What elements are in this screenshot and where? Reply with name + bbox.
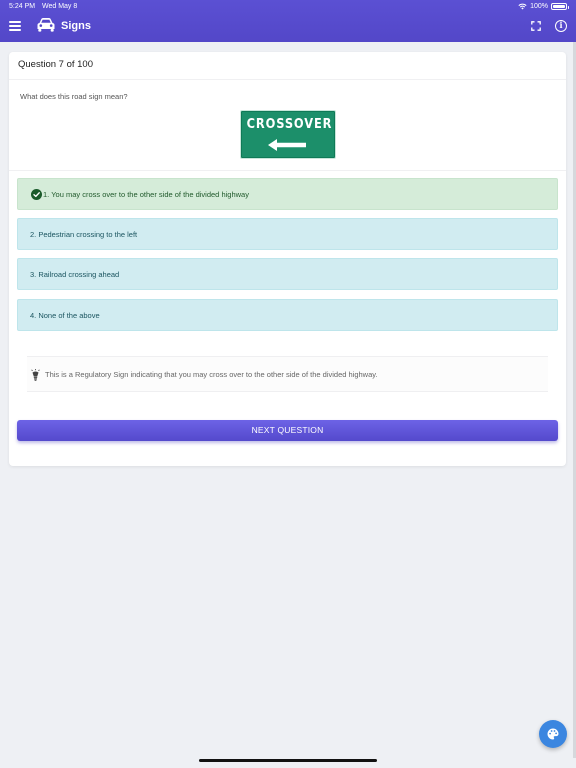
left-arrow-icon <box>268 139 306 151</box>
answer-option-label: 3. Railroad crossing ahead <box>30 270 120 279</box>
explanation-box: This is a Regulatory Sign indicating tha… <box>27 356 548 392</box>
lightbulb-icon <box>31 369 40 381</box>
next-question-button[interactable]: NEXT QUESTION <box>17 420 558 441</box>
answer-option-3[interactable]: 3. Railroad crossing ahead <box>17 258 558 290</box>
divider <box>9 170 566 171</box>
status-right: 100% <box>518 0 569 13</box>
answer-option-label: 2. Pedestrian crossing to the left <box>30 230 138 239</box>
check-circle-icon <box>31 188 42 200</box>
explanation-text: This is a Regulatory Sign indicating tha… <box>45 370 378 379</box>
status-bar: 5:24 PM Wed May 8 100% <box>0 0 576 13</box>
fullscreen-icon[interactable] <box>531 21 541 31</box>
info-icon[interactable]: i <box>555 20 567 32</box>
page-title: Signs <box>61 20 91 32</box>
question-counter: Question 7 of 100 <box>9 52 566 80</box>
question-prompt: What does this road sign mean? <box>20 92 128 101</box>
answer-option-4[interactable]: 4. None of the above <box>17 299 558 331</box>
app-bar: 5:24 PM Wed May 8 100% Signs i <box>0 0 576 42</box>
status-time: 5:24 PM <box>9 3 36 10</box>
battery-icon <box>551 3 569 10</box>
answer-option-label: 1. You may cross over to the other side … <box>43 190 249 199</box>
status-date: Wed May 8 <box>42 3 78 10</box>
toolbar: Signs i <box>0 13 576 42</box>
menu-icon[interactable] <box>9 21 21 31</box>
road-sign-text: CROSSOVER <box>246 117 333 132</box>
wifi-icon <box>518 3 527 10</box>
answer-option-2[interactable]: 2. Pedestrian crossing to the left <box>17 218 558 250</box>
answer-option-label: 4. None of the above <box>30 311 100 320</box>
home-indicator[interactable] <box>199 759 377 762</box>
car-icon <box>37 18 55 32</box>
answer-option-1[interactable]: 1. You may cross over to the other side … <box>17 178 558 210</box>
theme-button[interactable] <box>539 720 567 748</box>
question-card: Question 7 of 100 What does this road si… <box>9 52 566 466</box>
palette-icon <box>547 728 559 740</box>
battery-percent: 100% <box>530 3 548 10</box>
road-sign-image: CROSSOVER <box>240 110 336 159</box>
